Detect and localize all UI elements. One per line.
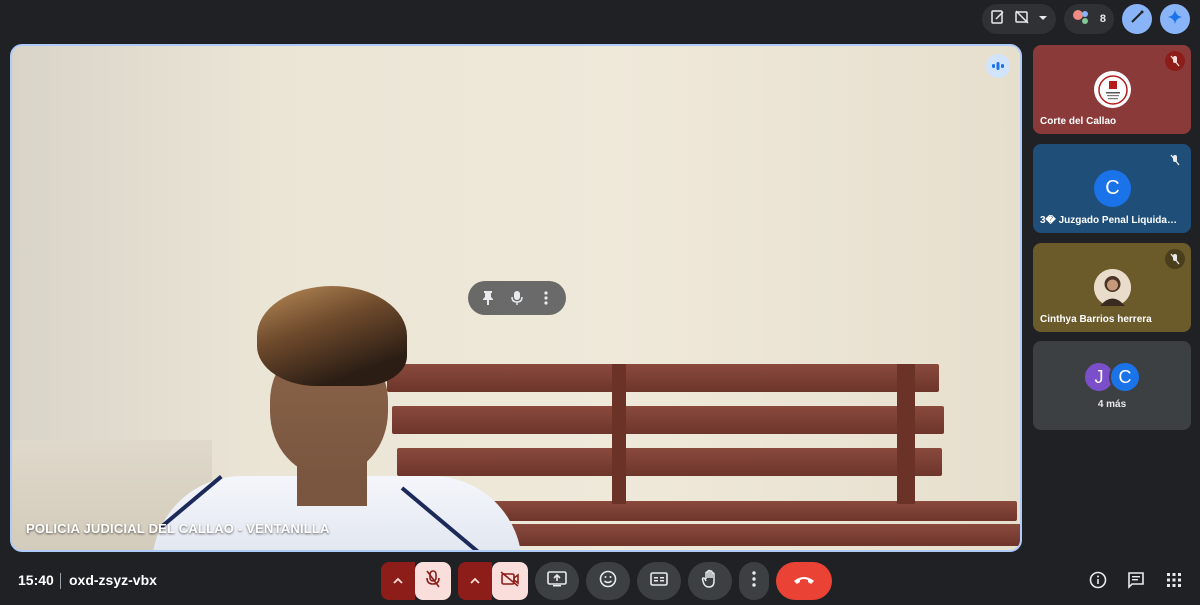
side-panel-buttons [1086, 568, 1186, 592]
mic-toggle-button[interactable] [415, 562, 451, 600]
tile-name: Corte del Callao [1040, 116, 1117, 127]
mic-off-icon [426, 569, 440, 593]
avatar: C [1094, 170, 1131, 207]
mic-control-group [381, 562, 451, 600]
participants-pill[interactable]: 8 [1063, 4, 1114, 34]
video-options-button[interactable] [458, 562, 492, 600]
closed-captions-icon [650, 571, 668, 591]
effects-button[interactable] [1122, 4, 1152, 34]
clock: 15:40 [18, 572, 54, 588]
speaking-indicator-icon [986, 54, 1010, 78]
present-screen-icon [547, 570, 567, 592]
hang-up-icon [793, 572, 815, 590]
more-options-icon[interactable] [533, 285, 559, 311]
camera-off-icon [500, 570, 520, 592]
people-icon [1072, 9, 1092, 30]
call-controls [381, 562, 832, 600]
reactions-button[interactable] [586, 562, 630, 600]
mic-off-icon [1165, 249, 1185, 269]
divider [60, 573, 61, 589]
more-avatars: J C [1083, 361, 1141, 393]
activities-button[interactable] [1162, 568, 1186, 592]
avatar: C [1109, 361, 1141, 393]
main-video-stage[interactable]: POLICIA JUDICIAL DEL CALLAO - VENTANILLA [10, 44, 1022, 552]
raise-hand-button[interactable] [688, 562, 732, 600]
emoji-icon [599, 570, 617, 593]
tile-name: Cinthya Barrios herrera [1040, 314, 1152, 325]
tile-name: 3� Juzgado Penal Liquidad... [1040, 215, 1180, 226]
participant-tile-corte[interactable]: Corte del Callao [1033, 45, 1191, 134]
chevron-down-icon[interactable] [1038, 10, 1048, 28]
present-screen-button[interactable] [535, 562, 579, 600]
chat-button[interactable] [1124, 568, 1148, 592]
tile-hover-controls [468, 281, 566, 315]
microphone-icon[interactable] [504, 285, 530, 311]
edit-notes-icon[interactable] [990, 9, 1006, 30]
meeting-code: oxd-zsyz-vbx [69, 572, 157, 588]
hand-icon [701, 569, 719, 594]
mic-off-icon [1165, 51, 1185, 71]
participant-count: 8 [1099, 13, 1106, 25]
more-vert-icon [752, 570, 756, 592]
camera-toggle-button[interactable] [492, 562, 528, 600]
pin-icon[interactable] [475, 285, 501, 311]
participant-tile-cinthya[interactable]: Cinthya Barrios herrera [1033, 243, 1191, 332]
audio-options-button[interactable] [381, 562, 415, 600]
mic-off-icon [1165, 150, 1185, 170]
captions-button[interactable] [637, 562, 681, 600]
gemini-button[interactable] [1160, 4, 1190, 34]
participant-tile-juzgado[interactable]: C 3� Juzgado Penal Liquidad... [1033, 144, 1191, 233]
no-video-icon[interactable] [1014, 9, 1030, 30]
camera-control-group [458, 562, 528, 600]
magic-pen-icon [1129, 9, 1145, 30]
leave-call-button[interactable] [776, 562, 832, 600]
meeting-info-button[interactable] [1086, 568, 1110, 592]
more-options-button[interactable] [739, 562, 769, 600]
more-participants-label: 4 más [1097, 399, 1127, 410]
court-seal-logo [1094, 71, 1131, 108]
top-toolbar: 8 [981, 4, 1190, 34]
profile-photo [1094, 269, 1131, 306]
host-controls-pill[interactable] [981, 4, 1056, 34]
sparkle-icon [1167, 9, 1183, 30]
stage-participant-name: POLICIA JUDICIAL DEL CALLAO - VENTANILLA [26, 521, 330, 536]
more-participants-tile[interactable]: J C 4 más [1033, 341, 1191, 430]
participant-video-person [152, 286, 532, 550]
